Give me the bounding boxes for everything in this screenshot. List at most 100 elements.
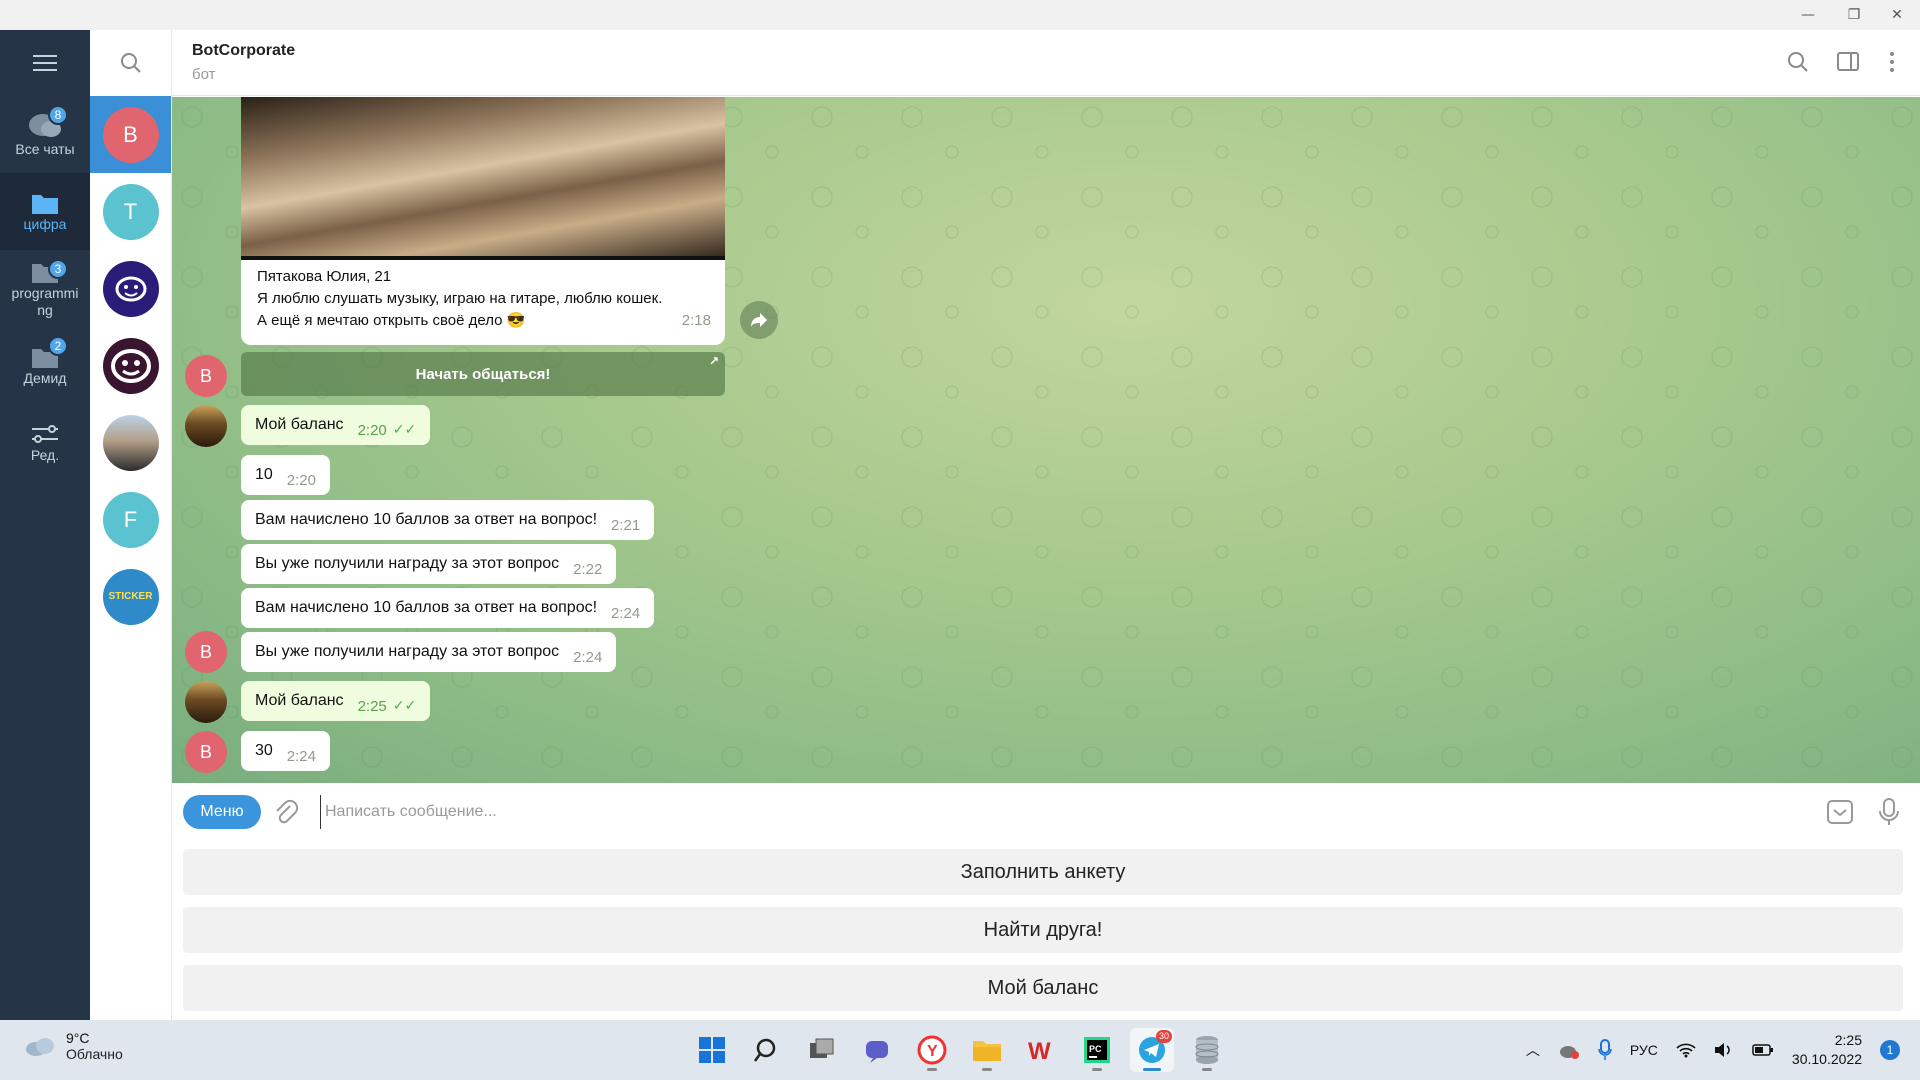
message-bubble-outgoing[interactable]: Мой баланс 2:20 ✓✓: [241, 405, 431, 445]
chat-item[interactable]: STICKER: [90, 558, 171, 635]
pycharm-button[interactable]: PC: [1075, 1028, 1119, 1072]
database-app-button[interactable]: [1185, 1028, 1229, 1072]
message-bubble-incoming[interactable]: Вам начислено 10 баллов за ответ на вопр…: [241, 500, 655, 540]
microphone-icon[interactable]: [1878, 797, 1900, 827]
weather-widget[interactable]: 9°C Облачно: [24, 1030, 123, 1062]
chat-item[interactable]: [90, 250, 171, 327]
read-check-icon: ✓✓: [392, 698, 417, 714]
notification-badge[interactable]: 1: [1880, 1040, 1900, 1060]
weather-desc: Облачно: [66, 1046, 123, 1062]
hamburger-menu-icon[interactable]: [0, 30, 90, 96]
clock-time: 2:25: [1834, 1032, 1862, 1048]
inline-button-label: Начать общаться!: [415, 365, 551, 383]
battery-icon[interactable]: [1752, 1043, 1774, 1057]
system-tray: ︿ РУС 2:25 30.10.2022 1: [1526, 1020, 1900, 1080]
fill-form-button[interactable]: Заполнить анкету: [183, 849, 1903, 895]
cloud-icon: [26, 1038, 54, 1056]
folder-badge: 2: [48, 336, 68, 356]
restore-button[interactable]: ❐: [1831, 0, 1877, 30]
svg-text:Y: Y: [927, 1043, 938, 1060]
my-balance-button[interactable]: Мой баланс: [183, 965, 1903, 1011]
find-friend-button[interactable]: Найти друга!: [183, 907, 1903, 953]
message-text: Вы уже получили награду за этот вопрос: [255, 643, 560, 660]
svg-text:W: W: [1028, 1038, 1051, 1063]
search-icon[interactable]: [1786, 50, 1810, 74]
yandex-browser-button[interactable]: Y: [910, 1028, 954, 1072]
search-taskbar-button[interactable]: [745, 1028, 789, 1072]
clock[interactable]: 2:25 30.10.2022: [1792, 1031, 1862, 1069]
message-text: Вы уже получили награду за этот вопрос: [255, 555, 560, 572]
folder-icon: [32, 195, 58, 214]
message-area[interactable]: Пятакова Юлия, 21 Я люблю слушать музыку…: [172, 97, 1920, 783]
network-status-icon[interactable]: [1558, 1040, 1580, 1060]
bot-keyboard-icon[interactable]: [1826, 799, 1854, 825]
message-time: 2:21: [611, 516, 641, 534]
bot-avatar[interactable]: B: [185, 631, 227, 673]
taskbar-apps: Y W PC 30: [690, 1028, 1229, 1072]
message-bubble-incoming[interactable]: Вам начислено 10 баллов за ответ на вопр…: [241, 588, 655, 628]
telegram-unread-badge: 30: [1155, 1030, 1172, 1043]
folders-sidebar: 8 Все чаты цифра 3 programmi ng 2 Демид …: [0, 30, 90, 1020]
folder-badge: 3: [48, 259, 68, 279]
database-icon: [1195, 1036, 1219, 1064]
sidebar-toggle-icon[interactable]: [1836, 50, 1860, 74]
chevron-up-icon[interactable]: ︿: [1526, 1040, 1540, 1060]
microphone-icon[interactable]: [1598, 1039, 1612, 1061]
minimize-button[interactable]: —: [1785, 0, 1831, 30]
profile-about: Я люблю слушать музыку, играю на гитаре,…: [257, 290, 663, 307]
profile-photo[interactable]: [241, 97, 725, 260]
message-bubble-outgoing[interactable]: Мой баланс 2:25 ✓✓: [241, 681, 431, 721]
edit-icon: [32, 425, 58, 443]
task-view-button[interactable]: [800, 1028, 844, 1072]
bot-avatar[interactable]: B: [185, 355, 227, 397]
message-text: Вам начислено 10 баллов за ответ на вопр…: [255, 599, 598, 616]
message-bubble-incoming[interactable]: Вы уже получили награду за этот вопрос 2…: [241, 544, 617, 584]
file-explorer-button[interactable]: [965, 1028, 1009, 1072]
folder-label: Ред.: [30, 447, 60, 463]
message-bubble-incoming[interactable]: 30 2:24: [241, 731, 330, 771]
start-button[interactable]: [690, 1028, 734, 1072]
chat-item[interactable]: T: [90, 173, 171, 250]
wps-office-button[interactable]: W: [1020, 1028, 1064, 1072]
chat-title[interactable]: BotCorporate: [192, 42, 295, 60]
message-text: Мой баланс: [255, 416, 344, 433]
message-bubble-incoming[interactable]: Вы уже получили награду за этот вопрос 2…: [241, 632, 617, 672]
search-icon: [753, 1038, 776, 1062]
chat-item[interactable]: [90, 327, 171, 404]
user-avatar[interactable]: [185, 405, 227, 447]
more-options-icon[interactable]: [1888, 50, 1896, 74]
forward-icon[interactable]: [740, 301, 778, 339]
bot-menu-button[interactable]: Меню: [183, 795, 261, 829]
language-indicator[interactable]: РУС: [1630, 1042, 1658, 1058]
folder-tsifra[interactable]: цифра: [0, 173, 90, 250]
pycharm-icon: PC: [1084, 1037, 1110, 1063]
folder-demid[interactable]: 2 Демид: [0, 327, 90, 404]
user-avatar[interactable]: [185, 681, 227, 723]
chat-item[interactable]: [90, 404, 171, 481]
folder-label: цифра: [23, 216, 67, 232]
volume-icon[interactable]: [1714, 1042, 1734, 1058]
read-check-icon: ✓✓: [392, 422, 417, 438]
message-time: 2:24: [573, 648, 603, 666]
start-chatting-button[interactable]: Начать общаться! ↗: [241, 352, 725, 396]
chat-header: BotCorporate бот: [172, 30, 1920, 96]
folder-programming[interactable]: 3 programmi ng: [0, 250, 90, 327]
search-icon[interactable]: [90, 30, 171, 96]
chat-subtitle: бот: [192, 66, 216, 83]
folder-all-chats[interactable]: 8 Все чаты: [0, 96, 90, 173]
message-input[interactable]: [320, 795, 1620, 829]
profile-name: Пятакова Юлия, 21: [257, 268, 392, 285]
telegram-button[interactable]: 30: [1130, 1028, 1174, 1072]
chat-item[interactable]: F: [90, 481, 171, 558]
chat-item-botcorporate[interactable]: B: [90, 96, 171, 173]
attach-icon[interactable]: [272, 797, 298, 827]
message-bubble-incoming[interactable]: 10 2:20: [241, 455, 330, 495]
wifi-icon[interactable]: [1676, 1042, 1696, 1058]
folder-edit[interactable]: Ред.: [0, 404, 90, 481]
external-link-icon: ↗: [708, 354, 719, 368]
folder-badge: 8: [48, 105, 68, 125]
teams-chat-button[interactable]: [855, 1028, 899, 1072]
bot-avatar[interactable]: B: [185, 731, 227, 773]
close-button[interactable]: ✕: [1874, 0, 1920, 30]
profile-card-message[interactable]: Пятакова Юлия, 21 Я люблю слушать музыку…: [241, 97, 725, 345]
